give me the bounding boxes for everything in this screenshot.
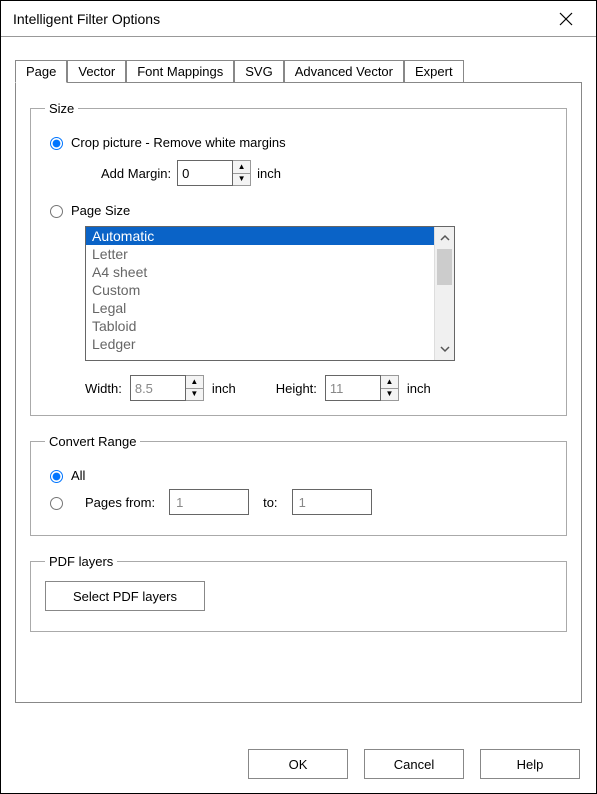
radio-page-size-label: Page Size [71,203,130,218]
tab-strip: Page Vector Font Mappings SVG Advanced V… [15,55,582,83]
height-label: Height: [276,381,317,396]
tab-panel-page: Size Crop picture - Remove white margins… [15,83,582,703]
group-convert-range: Convert Range All Pages from: to: [30,434,567,536]
height-spin-down[interactable]: ▼ [381,389,398,401]
list-item[interactable]: Automatic [86,227,434,245]
list-item[interactable]: Legal [86,299,434,317]
height-spinner: ▲ ▼ [325,375,399,401]
radio-crop-label: Crop picture - Remove white margins [71,135,286,150]
radio-crop-row: Crop picture - Remove white margins [45,134,552,150]
scroll-up-icon[interactable] [435,227,454,249]
radio-crop[interactable] [50,137,63,150]
width-input[interactable] [130,375,186,401]
radio-pages-from-label: Pages from: [85,495,155,510]
pages-to-label: to: [263,495,277,510]
select-pdf-layers-button[interactable]: Select PDF layers [45,581,205,611]
tab-font-mappings[interactable]: Font Mappings [126,60,234,82]
group-convert-range-legend: Convert Range [45,434,140,449]
width-spin-buttons: ▲ ▼ [186,375,204,401]
height-spin-up[interactable]: ▲ [381,376,398,389]
height-spin-buttons: ▲ ▼ [381,375,399,401]
width-unit: inch [212,381,236,396]
width-label: Width: [85,381,122,396]
dialog-window: Intelligent Filter Options Page Vector F… [0,0,597,794]
page-size-listbox[interactable]: Automatic Letter A4 sheet Custom Legal T… [86,227,434,360]
width-spinner: ▲ ▼ [130,375,204,401]
height-input[interactable] [325,375,381,401]
height-unit: inch [407,381,431,396]
radio-pages-from[interactable] [50,497,63,510]
radio-page-size-row: Page Size [45,202,552,218]
group-size: Size Crop picture - Remove white margins… [30,101,567,416]
list-item[interactable]: Ledger [86,335,434,353]
add-margin-row: Add Margin: ▲ ▼ inch [101,160,552,186]
scroll-down-icon[interactable] [435,338,454,360]
ok-button[interactable]: OK [248,749,348,779]
tab-vector[interactable]: Vector [67,60,126,82]
close-button[interactable] [546,5,586,33]
radio-all-row: All [45,467,552,483]
add-margin-spin-up[interactable]: ▲ [233,161,250,174]
scroll-track[interactable] [435,249,454,338]
add-margin-input[interactable] [177,160,233,186]
list-item[interactable]: Custom [86,281,434,299]
group-pdf-layers-legend: PDF layers [45,554,117,569]
listbox-scrollbar[interactable] [434,227,454,360]
radio-page-size[interactable] [50,205,63,218]
list-item[interactable]: A4 sheet [86,263,434,281]
scroll-thumb[interactable] [437,249,452,285]
radio-all[interactable] [50,470,63,483]
add-margin-label: Add Margin: [101,166,171,181]
add-margin-spin-buttons: ▲ ▼ [233,160,251,186]
width-spin-down[interactable]: ▼ [186,389,203,401]
width-spin-up[interactable]: ▲ [186,376,203,389]
radio-all-label: All [71,468,85,483]
tab-page[interactable]: Page [15,60,67,83]
add-margin-spin-down[interactable]: ▼ [233,174,250,186]
radio-pages-from-row: Pages from: to: [45,489,552,515]
pages-to-input[interactable] [292,489,372,515]
dimensions-row: Width: ▲ ▼ inch Height: ▲ [85,375,552,401]
page-size-listbox-wrap: Automatic Letter A4 sheet Custom Legal T… [85,226,455,361]
pages-from-input[interactable] [169,489,249,515]
tab-svg[interactable]: SVG [234,60,283,82]
tab-expert[interactable]: Expert [404,60,464,82]
close-icon [559,12,573,26]
window-title: Intelligent Filter Options [13,11,160,27]
content-area: Page Vector Font Mappings SVG Advanced V… [1,37,596,703]
group-size-legend: Size [45,101,78,116]
add-margin-spinner: ▲ ▼ [177,160,251,186]
dialog-footer: OK Cancel Help [248,749,580,779]
cancel-button[interactable]: Cancel [364,749,464,779]
help-button[interactable]: Help [480,749,580,779]
tab-advanced-vector[interactable]: Advanced Vector [284,60,404,82]
titlebar: Intelligent Filter Options [1,1,596,37]
group-pdf-layers: PDF layers Select PDF layers [30,554,567,632]
add-margin-unit: inch [257,166,281,181]
list-item[interactable]: Tabloid [86,317,434,335]
list-item[interactable]: Letter [86,245,434,263]
